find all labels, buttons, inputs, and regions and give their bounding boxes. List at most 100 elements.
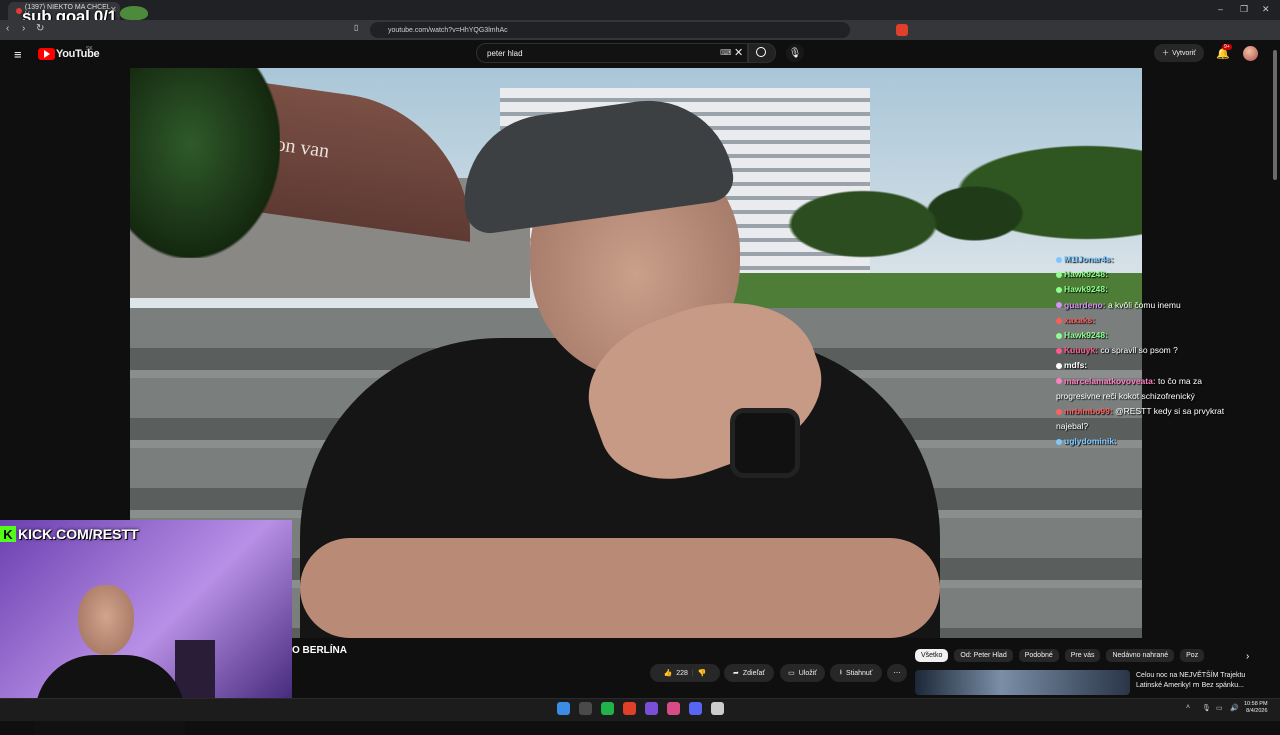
share-button[interactable]: ➦ Zdieľať <box>724 664 774 682</box>
plus-icon: ＋ <box>1162 50 1170 57</box>
chevron-right-icon[interactable]: › <box>1246 651 1249 662</box>
badge-icon <box>1056 271 1062 278</box>
chat-message: mdfs: <box>1056 358 1236 373</box>
bookmark-icon[interactable]: ▯ <box>354 23 358 32</box>
taskbar-app-icon[interactable] <box>645 702 658 715</box>
download-label: Stiahnuť <box>846 669 873 677</box>
create-button[interactable]: ＋ Vytvoriť <box>1154 44 1204 62</box>
taskbar-app-icon[interactable] <box>623 702 636 715</box>
chat-username: mdfs: <box>1064 360 1088 371</box>
download-button[interactable]: ⭳ Stiahnuť <box>830 664 882 682</box>
save-label: Uložiť <box>798 669 817 677</box>
chat-text: progresivne reči kokot schizofrenický <box>1056 390 1195 401</box>
chat-message: najebal? <box>1056 419 1236 434</box>
chat-overlay: M1lJonar4s: Hawk9248: Hawk9248: guardeno… <box>1056 252 1236 450</box>
brave-shield-icon[interactable] <box>896 24 908 36</box>
like-icon[interactable]: 👍 <box>664 669 673 677</box>
chat-message: marcelamatkovoveata: to čo ma za <box>1056 374 1236 389</box>
chat-text: co spravil so psom ? <box>1100 345 1178 356</box>
chat-text: to čo ma za <box>1158 375 1202 386</box>
chat-text: a kvôli čomu inemu <box>1107 299 1181 310</box>
network-icon[interactable]: ▭ <box>1216 704 1223 712</box>
create-label: Vytvoriť <box>1172 49 1196 57</box>
taskbar <box>0 698 1280 721</box>
share-label: Zdieľať <box>742 669 766 677</box>
search-icon[interactable] <box>756 47 766 57</box>
video-title: O BERLÍNA <box>292 645 347 656</box>
filter-chip[interactable]: Pre vás <box>1064 649 1101 662</box>
badge-icon <box>1056 317 1062 324</box>
clear-search-icon[interactable]: ✕ <box>734 46 743 59</box>
chat-message: Kuuuyk: co spravil so psom ? <box>1056 343 1236 358</box>
more-actions-button[interactable]: ⋯ <box>887 664 907 682</box>
recording-icon <box>16 8 22 14</box>
download-icon: ⭳ <box>839 668 843 676</box>
taskbar-app-icon[interactable] <box>667 702 680 715</box>
chat-username: marcelamatkovoveata: <box>1064 375 1156 386</box>
chat-username: M1lJonar4s: <box>1064 254 1114 264</box>
filter-chip[interactable]: Od: Peter Hlad <box>954 649 1013 662</box>
region-label: SK <box>86 46 93 52</box>
share-icon: ➦ <box>732 670 739 677</box>
filter-chip[interactable]: Poz <box>1180 649 1205 662</box>
clock[interactable]: 10:58 PM 8/4/2026 <box>1244 701 1268 715</box>
recommended-thumbnail[interactable] <box>915 670 1130 695</box>
chat-username: Hawk9248: <box>1064 284 1108 295</box>
chat-text: @RESTT kedy si sa prvykrat <box>1115 406 1225 417</box>
chat-username: uglydominik: <box>1064 436 1117 447</box>
badge-icon <box>1056 408 1062 415</box>
video-tree-left <box>130 68 280 258</box>
chat-username: Kuuuyk: <box>1064 345 1098 356</box>
filter-chip[interactable]: Podobné <box>1018 649 1059 662</box>
chat-message: uglydominik: <box>1056 434 1236 449</box>
video-watch <box>730 408 800 478</box>
recommended-title[interactable]: Celou noc na NEJVĚTŠÍM Trajektu Latinské… <box>1136 671 1266 691</box>
search-input[interactable]: peter hlad <box>476 43 748 63</box>
chat-message: mrbimbo99: @RESTT kedy si sa prvykrat <box>1056 404 1236 419</box>
like-dislike-group[interactable]: 👍 228 | 👎 <box>650 664 720 682</box>
streamer-head <box>78 585 134 655</box>
reload-icon[interactable]: ↻ <box>36 23 44 34</box>
menu-icon[interactable]: ≡ <box>14 47 22 62</box>
close-window-button[interactable]: ✕ <box>1262 4 1270 15</box>
badge-icon <box>1056 347 1062 354</box>
video-person-arms <box>300 538 940 638</box>
frog-emote-icon <box>120 6 148 20</box>
taskbar-app-icon[interactable] <box>579 702 592 715</box>
taskbar-app-icon[interactable] <box>601 702 614 715</box>
clock-time: 10:58 PM <box>1244 701 1268 707</box>
tray-chevron-icon[interactable]: ˄ <box>1186 704 1190 711</box>
taskbar-app-icon[interactable] <box>689 702 702 715</box>
taskbar-app-icon[interactable] <box>711 702 724 715</box>
mic-tray-icon[interactable]: 🎙 <box>1202 704 1211 712</box>
kick-url: KICK.COM/RESTT <box>18 526 139 542</box>
volume-icon[interactable]: 🔊 <box>1230 704 1239 712</box>
keyboard-icon[interactable]: ⌨ <box>720 48 732 57</box>
badge-icon <box>1056 302 1062 309</box>
dislike-icon[interactable]: 👎 <box>698 669 707 677</box>
mic-icon[interactable]: 🎙 <box>786 44 804 62</box>
filter-chip[interactable]: Všetko <box>915 649 949 662</box>
save-button[interactable]: ▭ Uložiť <box>780 664 825 682</box>
play-icon <box>44 50 50 58</box>
chat-username: xaxaks: <box>1064 314 1096 325</box>
scrollbar-thumb[interactable] <box>1273 50 1277 180</box>
back-icon[interactable]: ‹ <box>6 23 9 34</box>
save-icon: ▭ <box>788 670 795 677</box>
clock-date: 8/4/2026 <box>1246 708 1268 714</box>
forward-icon[interactable]: › <box>22 23 25 34</box>
like-count: 228 <box>676 669 688 677</box>
chat-message: Hawk9248: <box>1056 282 1236 297</box>
maximize-button[interactable]: ❐ <box>1240 4 1248 15</box>
taskbar-app-icon[interactable] <box>557 702 570 715</box>
minimize-button[interactable]: – <box>1218 4 1223 14</box>
avatar[interactable] <box>1243 46 1258 61</box>
browser-tab-bar <box>0 0 1280 20</box>
badge-icon <box>1056 332 1062 339</box>
filter-chip[interactable]: Nedávno nahrané <box>1106 649 1175 662</box>
chat-message: progresivne reči kokot schizofrenický <box>1056 389 1236 404</box>
chat-message: M1lJonar4s: <box>1056 252 1236 267</box>
badge-icon <box>1056 439 1062 446</box>
chat-username: mrbimbo99: <box>1064 406 1113 417</box>
url-field[interactable]: youtube.com/watch?v=HhYQG3lmhAc <box>370 22 850 38</box>
